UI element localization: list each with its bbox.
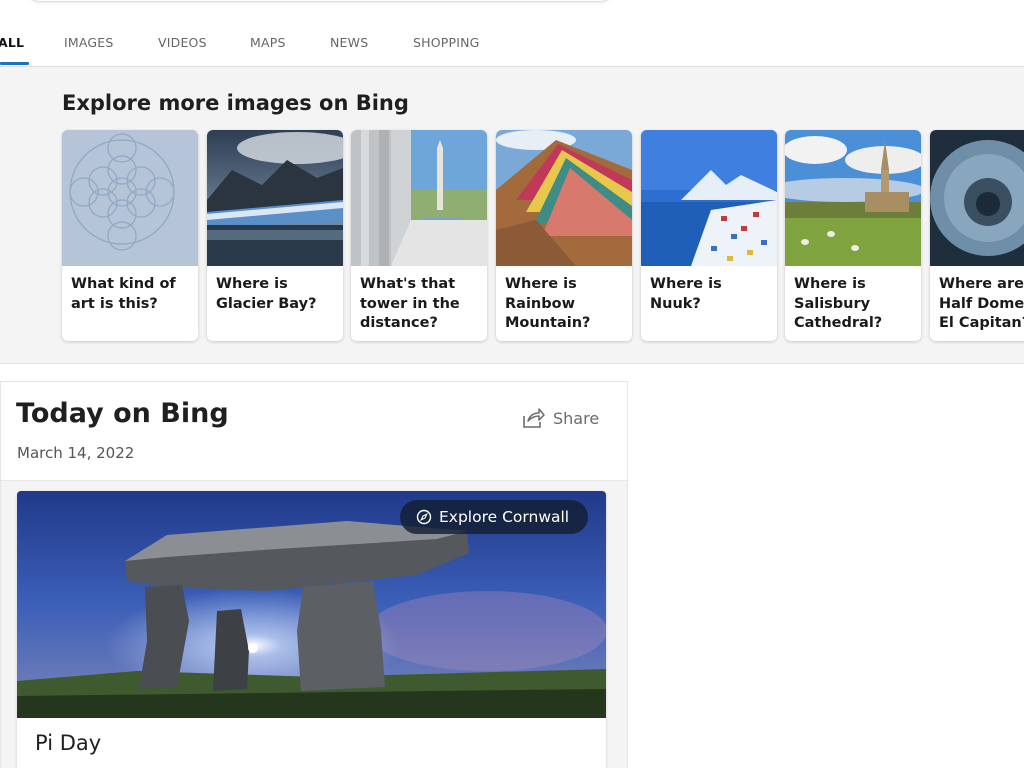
feature-title: Pi Day xyxy=(35,731,102,755)
tab-news[interactable]: NEWS xyxy=(330,35,368,50)
today-title: Today on Bing xyxy=(16,398,229,429)
share-icon xyxy=(523,408,545,428)
compass-icon xyxy=(416,509,432,525)
tab-videos[interactable]: VIDEOS xyxy=(158,35,207,50)
explore-card-rainbow-mountain[interactable]: Where is Rainbow Mountain? xyxy=(496,130,632,341)
explore-card-nuuk[interactable]: Where is Nuuk? xyxy=(641,130,777,341)
active-tab-indicator xyxy=(0,62,29,65)
tab-all[interactable]: ALL xyxy=(0,35,24,50)
today-date: March 14, 2022 xyxy=(17,444,135,462)
card-image-salisbury xyxy=(785,130,921,266)
card-caption: Where is Salisbury Cathedral? xyxy=(794,276,883,331)
explore-location-button[interactable]: Explore Cornwall xyxy=(400,500,588,534)
card-caption: Where is Nuuk? xyxy=(650,276,722,312)
card-caption: What kind of art is this? xyxy=(71,276,176,312)
today-on-bing-panel: Today on Bing March 14, 2022 Share Explo… xyxy=(0,381,628,768)
tab-images[interactable]: IMAGES xyxy=(64,35,114,50)
explore-images-section: Explore more images on Bing What kind of… xyxy=(0,67,1024,364)
tab-shopping[interactable]: SHOPPING xyxy=(413,35,480,50)
card-image-rainbow-mountain xyxy=(496,130,632,266)
card-image-glacier xyxy=(207,130,343,266)
feature-card[interactable]: Explore Cornwall Pi Day xyxy=(17,491,606,768)
card-image-tower xyxy=(351,130,487,266)
share-button[interactable]: Share xyxy=(521,406,599,430)
card-caption: Where are Half Dome and El Capitan? xyxy=(939,276,1024,331)
card-caption: Where is Rainbow Mountain? xyxy=(505,276,591,331)
card-caption: What's that tower in the distance? xyxy=(360,276,460,331)
explore-card-salisbury[interactable]: Where is Salisbury Cathedral? xyxy=(785,130,921,341)
explore-card-tower[interactable]: What's that tower in the distance? xyxy=(351,130,487,341)
explore-pill-label: Explore Cornwall xyxy=(439,508,570,526)
today-header: Today on Bing March 14, 2022 Share xyxy=(1,382,627,481)
explore-title: Explore more images on Bing xyxy=(62,91,409,115)
share-label: Share xyxy=(553,408,600,428)
tab-maps[interactable]: MAPS xyxy=(250,35,286,50)
card-caption: Where is Glacier Bay? xyxy=(216,276,317,312)
explore-card-art[interactable]: What kind of art is this? xyxy=(62,130,198,341)
card-image-tunnel xyxy=(930,130,1024,266)
explore-card-half-dome[interactable]: Where are Half Dome and El Capitan? xyxy=(930,130,1024,341)
explore-card-glacier-bay[interactable]: Where is Glacier Bay? xyxy=(207,130,343,341)
card-image-art xyxy=(62,130,198,266)
card-image-nuuk xyxy=(641,130,777,266)
search-tabs: ALL IMAGES VIDEOS MAPS NEWS SHOPPING xyxy=(0,0,1024,67)
